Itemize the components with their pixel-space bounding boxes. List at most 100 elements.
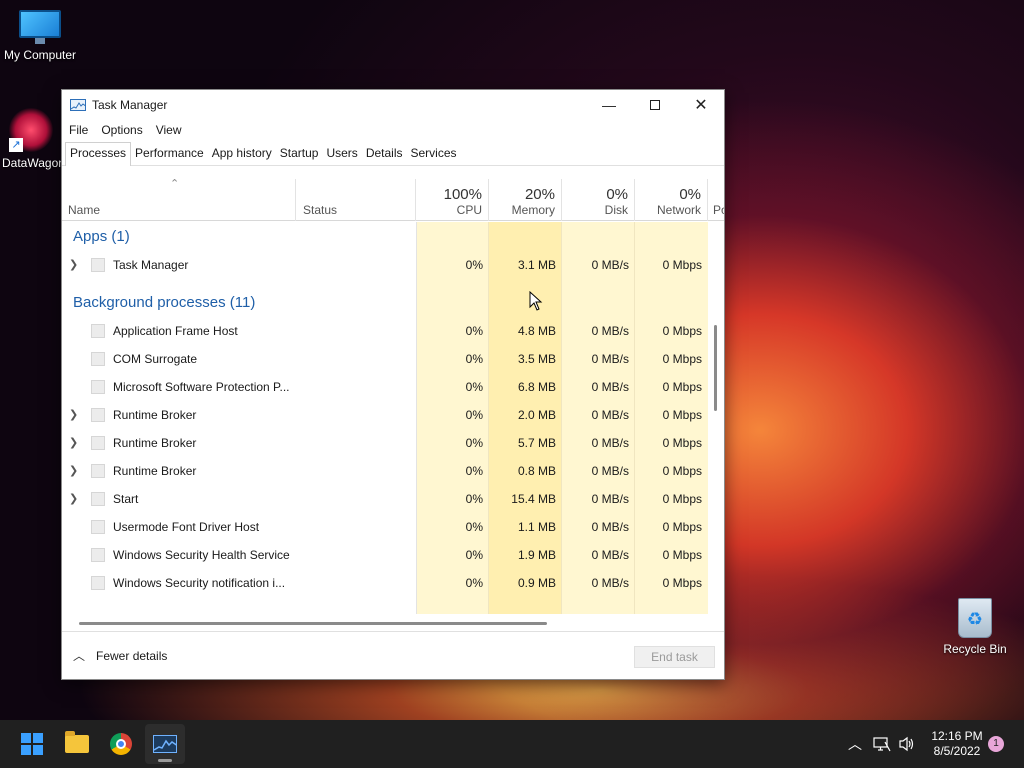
column-header-cpu[interactable]: 100% CPU bbox=[416, 179, 489, 221]
desktop-icon-label: Recycle Bin bbox=[943, 642, 1007, 656]
title-bar[interactable]: Task Manager — ✕ bbox=[62, 90, 724, 119]
table-row[interactable]: Windows Security notification i... 0% 0.9 … bbox=[62, 569, 708, 597]
disk-value: 0 MB/s bbox=[591, 436, 629, 450]
clock-time: 12:16 PM bbox=[931, 729, 983, 743]
network-value: 0 Mbps bbox=[662, 548, 702, 562]
table-row[interactable]: Windows Security Health Service 0% 1.9 MB 0… bbox=[62, 541, 708, 569]
chevron-right-icon[interactable]: ❯ bbox=[69, 429, 79, 457]
start-button[interactable] bbox=[12, 724, 52, 764]
tab-performance[interactable]: Performance bbox=[131, 146, 208, 165]
table-row[interactable]: Microsoft Software Protection P... 0% 6.8 … bbox=[62, 373, 708, 401]
maximize-icon bbox=[650, 99, 660, 110]
table-row[interactable]: Usermode Font Driver Host 0% 1.1 MB 0 MB/s 0… bbox=[62, 513, 708, 541]
fewer-details-button[interactable]: ︿ Fewer details bbox=[62, 647, 167, 664]
column-header-power[interactable]: Po bbox=[708, 179, 724, 221]
disk-value: 0 MB/s bbox=[591, 380, 629, 394]
taskbar-file-explorer[interactable] bbox=[57, 724, 97, 764]
clock-date: 8/5/2022 bbox=[933, 744, 981, 758]
chevron-right-icon[interactable]: ❯ bbox=[69, 485, 79, 513]
chevron-right-icon[interactable]: ❯ bbox=[69, 251, 79, 279]
cpu-value: 0% bbox=[465, 324, 483, 338]
process-name: Windows Security notification i... bbox=[113, 576, 286, 590]
cpu-value: 0% bbox=[465, 436, 483, 450]
table-row[interactable]: ❯ Runtime Broker 0% 0.8 MB 0 MB/s 0 Mbps bbox=[62, 457, 708, 485]
table-row[interactable]: COM Surrogate 0% 3.5 MB 0 MB/s 0 Mbps bbox=[62, 345, 708, 373]
close-button[interactable]: ✕ bbox=[678, 90, 724, 119]
chrome-icon bbox=[110, 733, 132, 755]
chevron-up-icon: ︿ bbox=[73, 649, 86, 663]
tab-users[interactable]: Users bbox=[322, 146, 361, 165]
chevron-up-icon: ︿ bbox=[848, 736, 862, 752]
chevron-right-icon[interactable]: ❯ bbox=[69, 457, 79, 485]
task-manager-icon bbox=[153, 735, 177, 753]
tab-app-history[interactable]: App history bbox=[208, 146, 276, 165]
process-icon bbox=[91, 436, 105, 450]
group-header-apps[interactable]: Apps (1) bbox=[62, 223, 708, 251]
menu-bar: File Options View bbox=[62, 119, 724, 141]
group-header-background[interactable]: Background processes (11) bbox=[62, 289, 708, 317]
menu-view[interactable]: View bbox=[156, 123, 182, 137]
table-row[interactable]: Application Frame Host 0% 4.8 MB 0 MB/s 0 Mb… bbox=[62, 317, 708, 345]
tab-details[interactable]: Details bbox=[362, 146, 407, 165]
column-header-network[interactable]: 0% Network bbox=[635, 179, 708, 221]
desktop-icon-label: My Computer bbox=[3, 48, 77, 62]
cpu-value: 0% bbox=[465, 576, 483, 590]
table-row[interactable]: ❯ Runtime Broker 0% 2.0 MB 0 MB/s 0 Mbps bbox=[62, 401, 708, 429]
tab-services[interactable]: Services bbox=[407, 146, 461, 165]
desktop-icon-datawagon[interactable]: ↗ DataWagon bbox=[0, 108, 64, 170]
cpu-value: 0% bbox=[465, 380, 483, 394]
disk-value: 0 MB/s bbox=[591, 408, 629, 422]
tab-startup[interactable]: Startup bbox=[276, 146, 323, 165]
memory-value: 3.5 MB bbox=[517, 352, 556, 366]
task-manager-window: Task Manager — ✕ File Options View Proce… bbox=[61, 89, 725, 680]
active-indicator bbox=[158, 759, 172, 762]
folder-icon bbox=[65, 731, 89, 753]
process-name: Windows Security Health Service bbox=[113, 548, 290, 562]
process-icon bbox=[91, 492, 105, 506]
chevron-right-icon[interactable]: ❯ bbox=[69, 401, 79, 429]
maximize-button[interactable] bbox=[632, 90, 678, 119]
network-value: 0 Mbps bbox=[662, 436, 702, 450]
process-icon bbox=[91, 576, 105, 590]
cpu-value: 0% bbox=[465, 548, 483, 562]
network-value: 0 Mbps bbox=[662, 324, 702, 338]
end-task-button[interactable]: End task bbox=[634, 646, 715, 668]
table-row[interactable]: ❯ Task Manager 0% 3.1 MB 0 MB/s 0 Mbps bbox=[62, 251, 708, 279]
table-row[interactable]: ❯ Runtime Broker 0% 5.7 MB 0 MB/s 0 Mbps bbox=[62, 429, 708, 457]
process-name: COM Surrogate bbox=[113, 352, 198, 366]
cpu-value: 0% bbox=[465, 258, 483, 272]
column-header-status[interactable]: Status bbox=[296, 179, 416, 221]
footer: ︿ Fewer details End task bbox=[62, 631, 724, 679]
process-icon bbox=[91, 464, 105, 478]
disk-value: 0 MB/s bbox=[591, 576, 629, 590]
minimize-button[interactable]: — bbox=[586, 90, 632, 119]
taskbar-task-manager[interactable] bbox=[145, 724, 185, 764]
memory-value: 6.8 MB bbox=[517, 380, 556, 394]
table-row[interactable]: ❯ Start 0% 15.4 MB 0 MB/s 0 Mbps bbox=[62, 485, 708, 513]
desktop-icon-my-computer[interactable]: My Computer bbox=[0, 10, 80, 62]
process-icon bbox=[91, 324, 105, 338]
horizontal-scrollbar[interactable] bbox=[79, 622, 547, 625]
network-value: 0 Mbps bbox=[662, 258, 702, 272]
network-value: 0 Mbps bbox=[662, 520, 702, 534]
taskbar-clock[interactable]: 12:16 PM 8/5/2022 bbox=[922, 729, 992, 759]
network-value: 0 Mbps bbox=[662, 380, 702, 394]
column-header-disk[interactable]: 0% Disk bbox=[562, 179, 635, 221]
column-header-memory[interactable]: 20% Memory bbox=[489, 179, 562, 221]
tab-processes[interactable]: Processes bbox=[65, 142, 132, 166]
process-icon bbox=[91, 520, 105, 534]
cpu-value: 0% bbox=[465, 408, 483, 422]
menu-options[interactable]: Options bbox=[101, 123, 142, 137]
vertical-scrollbar[interactable] bbox=[714, 325, 717, 411]
taskbar-chrome[interactable] bbox=[101, 724, 141, 764]
tray-network[interactable] bbox=[870, 720, 894, 768]
tray-overflow-button[interactable]: ︿ bbox=[843, 720, 867, 768]
process-icon bbox=[91, 352, 105, 366]
close-icon: ✕ bbox=[694, 96, 708, 114]
process-name: Start bbox=[113, 492, 139, 506]
tray-volume[interactable] bbox=[895, 720, 919, 768]
notification-badge[interactable]: 1 bbox=[988, 736, 1004, 752]
menu-file[interactable]: File bbox=[69, 123, 88, 137]
desktop-icon-recycle-bin[interactable]: ♻ Recycle Bin bbox=[935, 598, 1015, 656]
column-header-name[interactable]: ⌃ Name bbox=[62, 179, 296, 221]
